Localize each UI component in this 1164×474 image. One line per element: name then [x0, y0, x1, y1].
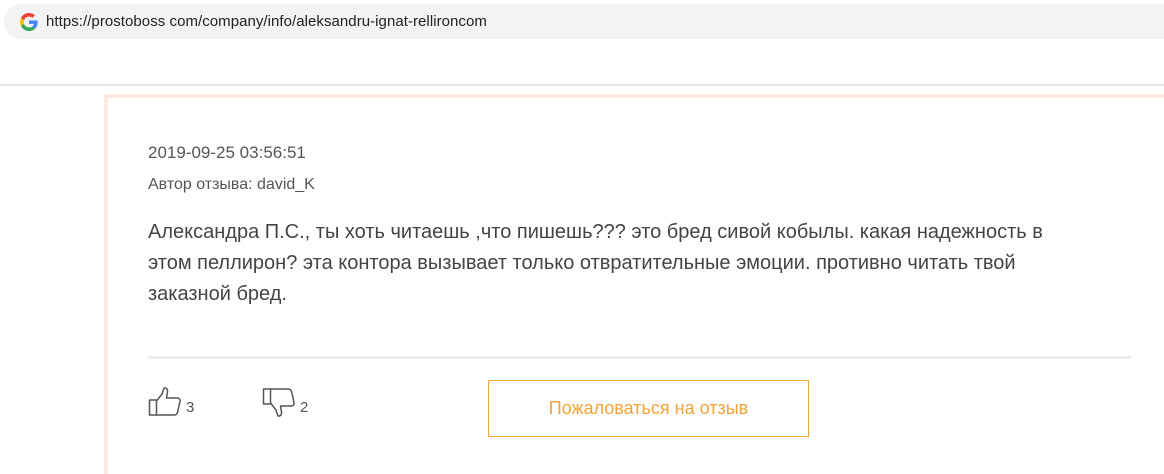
review-divider — [148, 356, 1131, 359]
review-author: Автор отзыва: david_K — [148, 176, 315, 193]
url-text[interactable]: https://prostoboss com/company/info/alek… — [46, 13, 487, 30]
review-text: Александра П.С., ты хоть читаешь ,что пи… — [148, 221, 1043, 305]
review-date: 2019-09-25 03:56:51 — [148, 143, 306, 162]
complain-button[interactable]: Пожаловаться на отзыв — [488, 380, 809, 437]
thumbs-up-icon — [148, 387, 181, 416]
google-g-icon — [20, 13, 38, 31]
header-divider — [0, 84, 1164, 86]
dislike-count: 2 — [300, 399, 309, 416]
like-count: 3 — [186, 399, 195, 416]
address-bar[interactable]: https://prostoboss com/company/info/alek… — [4, 4, 1164, 39]
dislike-button[interactable]: 2 — [262, 386, 308, 418]
like-button[interactable]: 3 — [148, 386, 194, 418]
thumbs-down-icon — [262, 388, 295, 417]
